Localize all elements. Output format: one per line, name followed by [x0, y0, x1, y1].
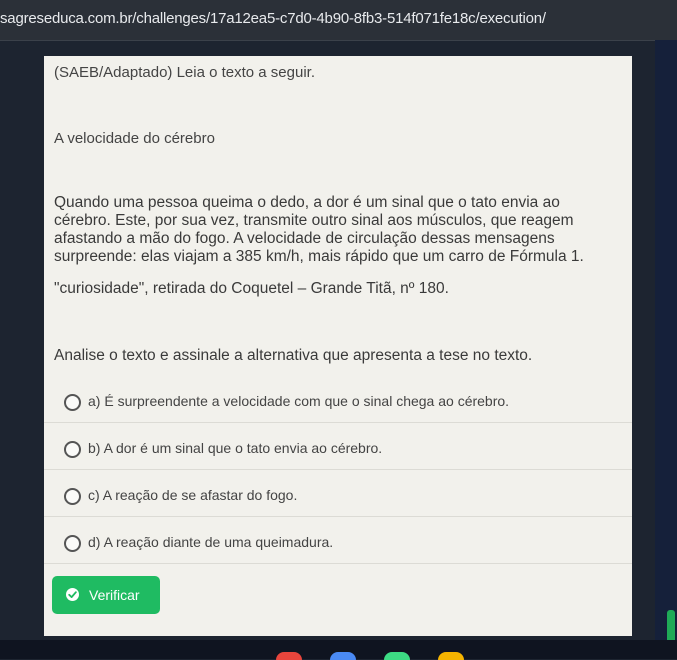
taskbar [0, 640, 677, 660]
check-circle-icon [66, 588, 79, 601]
verify-button[interactable]: Verificar [52, 576, 160, 614]
option-d[interactable]: d) A reação diante de uma queimadura. [44, 523, 632, 564]
option-label: b) A dor é um sinal que o tato envia ao … [88, 440, 383, 456]
passage-text: Quando uma pessoa queima o dedo, a dor é… [54, 194, 639, 266]
passage-line: Quando uma pessoa queima o dedo, a dor é… [54, 194, 560, 211]
verify-button-label: Verificar [89, 587, 140, 603]
passage-line: surpreende: elas viajam a 385 km/h, mais… [54, 248, 584, 265]
radio-button-icon[interactable] [64, 394, 81, 411]
passage-line: afastando a mão do fogo. A velocidade de… [54, 230, 555, 247]
option-label: d) A reação diante de uma queimadura. [88, 534, 334, 550]
option-a[interactable]: a) É surpreendente a velocidade com que … [44, 382, 632, 423]
url-text[interactable]: sagreseduca.com.br/challenges/17a12ea5-c… [0, 10, 546, 27]
option-label: a) É surpreendente a velocidade com que … [88, 393, 510, 409]
question-header: (SAEB/Adaptado) Leia o texto a seguir. [54, 64, 315, 81]
radio-button-icon[interactable] [64, 535, 81, 552]
passage-line: cérebro. Este, por sua vez, transmite ou… [54, 212, 574, 229]
radio-button-icon[interactable] [64, 441, 81, 458]
side-panel [655, 40, 677, 640]
radio-button-icon[interactable] [64, 488, 81, 505]
challenge-page: (SAEB/Adaptado) Leia o texto a seguir. A… [44, 56, 632, 636]
passage-source: "curiosidade", retirada do Coquetel – Gr… [54, 280, 449, 297]
browser-address-bar[interactable]: sagreseduca.com.br/challenges/17a12ea5-c… [0, 0, 677, 41]
option-label: c) A reação de se afastar do fogo. [88, 487, 298, 503]
option-c[interactable]: c) A reação de se afastar do fogo. [44, 476, 632, 517]
question-prompt: Analise o texto e assinale a alternativa… [54, 347, 533, 364]
option-b[interactable]: b) A dor é um sinal que o tato envia ao … [44, 429, 632, 470]
passage-title: A velocidade do cérebro [54, 130, 215, 147]
